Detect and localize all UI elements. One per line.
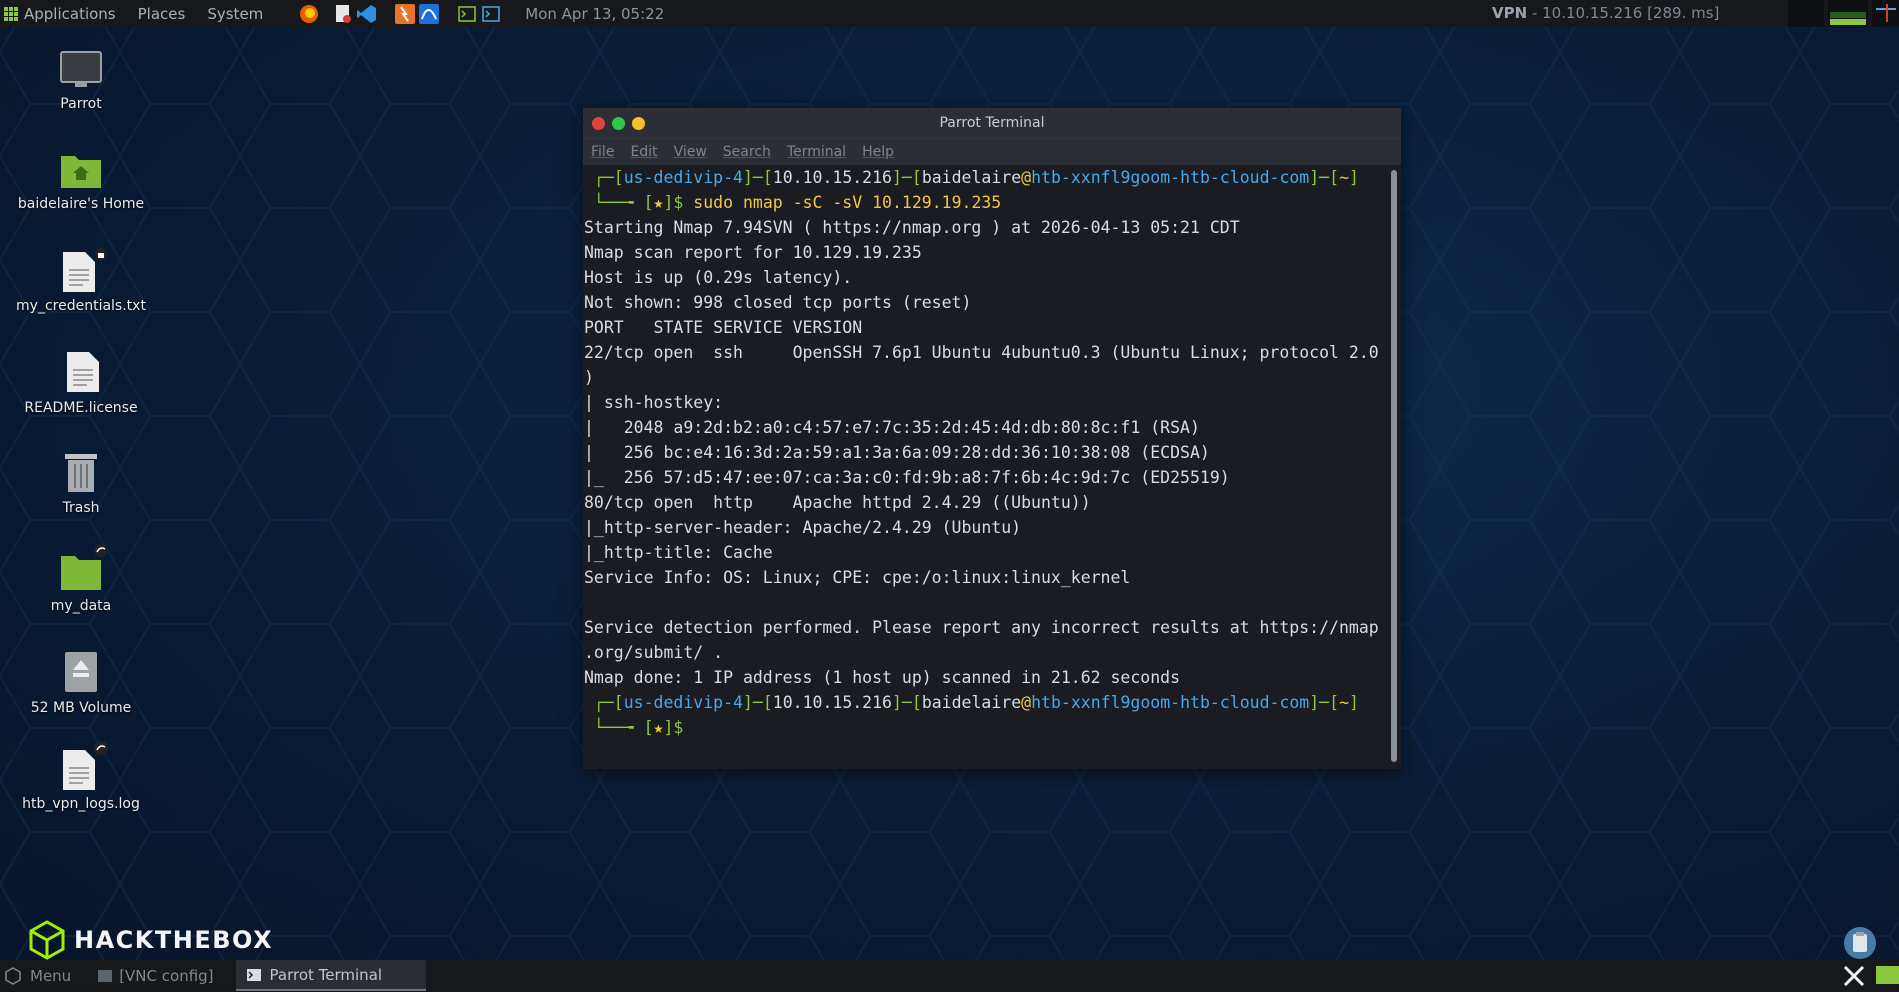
task-label: Parrot Terminal xyxy=(269,965,383,984)
htb-cube-icon xyxy=(29,920,65,960)
terminal-window[interactable]: Parrot Terminal File Edit View Search Te… xyxy=(583,108,1401,769)
output-line: Nmap scan report for 10.129.19.235 xyxy=(584,243,922,262)
network-graph-icon[interactable] xyxy=(1828,0,1868,27)
output-line: Starting Nmap 7.94SVN ( https://nmap.org… xyxy=(584,218,1240,237)
menu-help[interactable]: Help xyxy=(862,144,894,160)
desktop-icon-trash[interactable]: Trash xyxy=(11,450,151,516)
output-line: |_http-server-header: Apache/2.4.29 (Ubu… xyxy=(584,518,1022,537)
output-line: ) xyxy=(584,368,594,387)
nmap-output: Starting Nmap 7.94SVN ( https://nmap.org… xyxy=(584,215,1387,690)
text-file-icon xyxy=(63,741,108,790)
task-vnc-config[interactable]: [VNC config] xyxy=(87,960,223,991)
output-line: 22/tcp open ssh OpenSSH 7.6p1 Ubuntu 4ub… xyxy=(584,343,1379,362)
cpu-graph-icon[interactable] xyxy=(1872,0,1899,27)
bottom-panel: Menu [VNC config] Parrot Terminal xyxy=(0,960,1899,991)
desktop-icon-readme[interactable]: README.license xyxy=(11,350,151,416)
desktop-icon-label: README.license xyxy=(24,400,138,416)
desktop-icon-label: htb_vpn_logs.log xyxy=(22,796,140,812)
applications-grid-icon[interactable] xyxy=(4,6,18,21)
desktop-icon-label: my_data xyxy=(50,598,112,614)
maximize-button[interactable] xyxy=(612,117,625,130)
output-line: |_http-title: Cache xyxy=(584,543,773,562)
monitor-icon xyxy=(60,51,102,87)
command-line: └──╼ [★]$ xyxy=(584,718,684,737)
terminal-titlebar[interactable]: Parrot Terminal xyxy=(583,108,1401,138)
desktop-icon-home[interactable]: baidelaire's Home xyxy=(11,150,151,212)
desktop-icon-52mb-volume[interactable]: 52 MB Volume xyxy=(11,650,151,716)
firefox-icon[interactable] xyxy=(299,4,319,24)
terminal-icon xyxy=(246,968,261,981)
command-line: └──╼ [★]$ sudo nmap -sC -sV 10.129.19.23… xyxy=(584,193,1002,212)
output-line: | ssh-hostkey: xyxy=(584,393,724,412)
output-line: | 2048 a9:2d:b2:a0:c4:57:e7:7c:35:2d:45:… xyxy=(584,418,1200,437)
output-line: |_ 256 57:d5:47:ee:07:ca:3a:c0:fd:9b:a8:… xyxy=(584,468,1230,487)
menu-search[interactable]: Search xyxy=(723,144,771,160)
vscode-icon[interactable] xyxy=(357,4,377,24)
menu-label: Menu xyxy=(30,966,72,985)
burp-icon[interactable] xyxy=(395,3,416,24)
output-line: | 256 bc:e4:16:3d:2a:59:a1:3a:6a:09:28:d… xyxy=(584,443,1210,462)
vpn-label: VPN xyxy=(1492,4,1528,22)
terminal-launcher-icon[interactable] xyxy=(457,4,477,24)
text-file-icon xyxy=(63,248,107,292)
menu-file[interactable]: File xyxy=(591,144,614,160)
desktop-icon-label: my_credentials.txt xyxy=(16,298,146,314)
desktop-icon-my-data[interactable]: my_data xyxy=(11,542,151,614)
vpn-status: VPN - 10.10.15.216 [289. ms] xyxy=(1492,4,1719,22)
terminal-output[interactable]: ┌─[us-dedivip-4]─[10.10.15.216]─[baidela… xyxy=(583,165,1387,769)
desktop-icon-my-credentials[interactable]: my_credentials.txt xyxy=(11,248,151,314)
output-line: Service detection performed. Please repo… xyxy=(584,618,1379,637)
desktop-icon-htb-vpn-logs[interactable]: htb_vpn_logs.log xyxy=(11,740,151,812)
text-editor-icon[interactable] xyxy=(333,4,353,24)
menu-edit[interactable]: Edit xyxy=(630,144,657,160)
powershell-icon[interactable] xyxy=(481,4,501,24)
output-line: Nmap done: 1 IP address (1 host up) scan… xyxy=(584,668,1181,687)
task-parrot-terminal[interactable]: Parrot Terminal xyxy=(235,960,426,991)
desktop-icon-label: Trash xyxy=(62,500,100,516)
minimize-button[interactable] xyxy=(632,117,645,130)
tray-slot[interactable] xyxy=(1788,0,1824,27)
prompt-line: ┌─[us-dedivip-4]─[10.10.15.216]─[baidela… xyxy=(584,693,1359,712)
output-line: 80/tcp open http Apache httpd 2.4.29 ((U… xyxy=(584,493,1091,512)
terminal-title: Parrot Terminal xyxy=(939,115,1045,131)
home-folder-icon xyxy=(61,156,101,188)
vpn-detail: - 10.10.15.216 [289. ms] xyxy=(1527,4,1720,22)
menu-terminal[interactable]: Terminal xyxy=(787,144,846,160)
htb-logo-text: HACKTHEBOX xyxy=(74,926,274,954)
places-menu[interactable]: Places xyxy=(138,5,186,23)
output-line: Service Info: OS: Linux; CPE: cpe:/o:lin… xyxy=(584,568,1131,587)
desktop-icon-label: Parrot xyxy=(60,96,102,112)
terminal-scrollbar[interactable] xyxy=(1391,170,1397,762)
terminal-menubar: File Edit View Search Terminal Help xyxy=(583,138,1401,165)
output-line: Host is up (0.29s latency). xyxy=(584,268,853,287)
prompt-line: ┌─[us-dedivip-4]─[10.10.15.216]─[baidela… xyxy=(584,168,1359,187)
window-icon xyxy=(98,969,113,982)
output-line: PORT STATE SERVICE VERSION xyxy=(584,318,863,337)
desktop-icon-parrot[interactable]: Parrot xyxy=(11,50,151,112)
output-line: .org/submit/ . xyxy=(584,643,724,662)
folder-icon xyxy=(61,543,108,590)
close-button[interactable] xyxy=(592,117,605,130)
drive-icon xyxy=(65,652,97,692)
menu-cube-icon xyxy=(5,966,21,985)
workspace-indicator[interactable] xyxy=(1876,966,1899,984)
output-line: Not shown: 998 closed tcp ports (reset) xyxy=(584,293,972,312)
desktop-icon-label: baidelaire's Home xyxy=(17,196,145,212)
clipboard-icon[interactable] xyxy=(1842,926,1878,964)
system-menu[interactable]: System xyxy=(207,5,263,23)
clock[interactable]: Mon Apr 13, 05:22 xyxy=(525,5,664,23)
close-session-icon[interactable] xyxy=(1842,964,1866,992)
trash-icon xyxy=(65,454,97,492)
task-label: [VNC config] xyxy=(119,966,214,985)
applications-menu[interactable]: Applications xyxy=(24,5,116,23)
start-menu-button[interactable]: Menu xyxy=(0,960,81,991)
wireshark-icon[interactable] xyxy=(419,3,440,24)
hackthebox-logo: HACKTHEBOX xyxy=(28,920,273,960)
desktop-icon-label: 52 MB Volume xyxy=(30,700,132,716)
menu-view[interactable]: View xyxy=(674,144,707,160)
text-file-icon xyxy=(67,352,99,392)
